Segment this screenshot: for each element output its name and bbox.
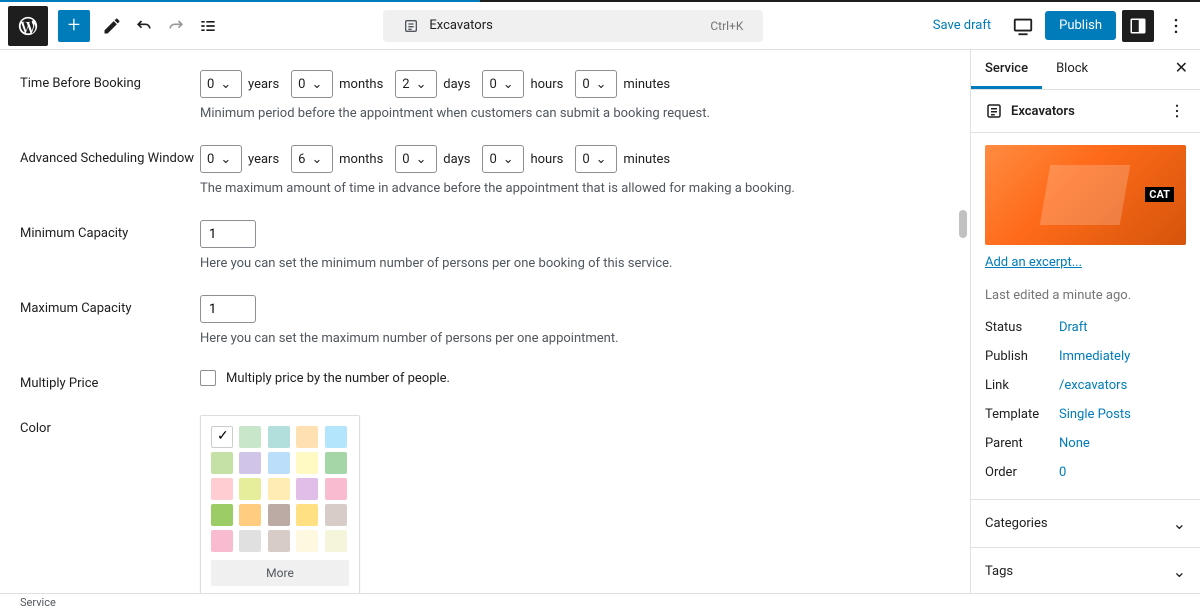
color-swatch[interactable] xyxy=(239,504,261,526)
close-sidebar-icon[interactable]: ✕ xyxy=(1163,50,1200,89)
min-cap-help: Here you can set the minimum number of p… xyxy=(200,256,950,271)
accordion-tags[interactable]: Tags⌄ xyxy=(971,548,1200,593)
wp-logo[interactable] xyxy=(8,6,48,46)
adv-days-select[interactable]: 0⌄ xyxy=(395,145,437,173)
save-draft-button[interactable]: Save draft xyxy=(923,12,1001,39)
adv-months-select[interactable]: 6⌄ xyxy=(291,145,333,173)
color-swatch[interactable] xyxy=(325,530,347,552)
meta-value[interactable]: None xyxy=(1059,436,1090,451)
sidebar-post-title: Excavators xyxy=(1011,104,1075,119)
color-swatch[interactable] xyxy=(296,478,318,500)
list-view-icon[interactable] xyxy=(192,10,224,42)
color-swatch[interactable] xyxy=(325,452,347,474)
wordpress-icon xyxy=(17,15,39,37)
chevron-down-icon: ⌄ xyxy=(1173,514,1186,533)
adv-years-select[interactable]: 0⌄ xyxy=(200,145,242,173)
edit-tool-icon[interactable] xyxy=(96,10,128,42)
settings-panel-toggle[interactable] xyxy=(1122,10,1154,42)
redo-icon[interactable] xyxy=(160,10,192,42)
service-icon xyxy=(403,18,419,34)
scrollbar[interactable] xyxy=(959,50,969,593)
meta-value[interactable]: Immediately xyxy=(1059,349,1130,364)
max-cap-help: Here you can set the maximum number of p… xyxy=(200,331,950,346)
color-swatch[interactable] xyxy=(211,426,233,448)
min-cap-input[interactable] xyxy=(200,220,256,248)
color-swatch[interactable] xyxy=(268,478,290,500)
adv-window-label: Advanced Scheduling Window xyxy=(20,145,200,196)
adv-hours-select[interactable]: 0⌄ xyxy=(482,145,524,173)
color-swatch[interactable] xyxy=(268,426,290,448)
color-swatch[interactable] xyxy=(325,426,347,448)
time-before-minutes-select[interactable]: 0⌄ xyxy=(575,70,617,98)
min-cap-label: Minimum Capacity xyxy=(20,220,200,271)
meta-value[interactable]: 0 xyxy=(1059,465,1066,480)
add-excerpt-link[interactable]: Add an excerpt... xyxy=(985,255,1082,270)
preview-icon[interactable] xyxy=(1007,10,1039,42)
color-swatch[interactable] xyxy=(211,478,233,500)
max-cap-label: Maximum Capacity xyxy=(20,295,200,346)
add-block-button[interactable]: + xyxy=(58,10,90,42)
shortcut-hint: Ctrl+K xyxy=(710,19,743,33)
color-swatch[interactable] xyxy=(325,504,347,526)
settings-sidebar: Service Block ✕ Excavators Add an excerp… xyxy=(970,50,1200,593)
color-swatch[interactable] xyxy=(296,452,318,474)
color-swatch[interactable] xyxy=(239,452,261,474)
meta-label: Link xyxy=(985,378,1059,393)
color-label: Color xyxy=(20,415,200,593)
meta-label: Order xyxy=(985,465,1059,480)
multiply-label: Multiply Price xyxy=(20,370,200,391)
meta-value[interactable]: Single Posts xyxy=(1059,407,1131,422)
accordion-categories[interactable]: Categories⌄ xyxy=(971,500,1200,548)
meta-value[interactable]: /excavators xyxy=(1059,378,1127,393)
color-swatch[interactable] xyxy=(296,504,318,526)
color-swatch[interactable] xyxy=(239,530,261,552)
max-cap-input[interactable] xyxy=(200,295,256,323)
meta-label: Publish xyxy=(985,349,1059,364)
time-before-hours-select[interactable]: 0⌄ xyxy=(482,70,524,98)
multiply-checkbox[interactable] xyxy=(200,370,216,386)
breadcrumb[interactable]: Service xyxy=(20,596,56,609)
color-swatch[interactable] xyxy=(268,452,290,474)
service-icon xyxy=(985,102,1003,120)
meta-value[interactable]: Draft xyxy=(1059,320,1088,335)
undo-icon[interactable] xyxy=(128,10,160,42)
publish-button[interactable]: Publish xyxy=(1045,11,1116,40)
meta-label: Status xyxy=(985,320,1059,335)
time-before-months-select[interactable]: 0⌄ xyxy=(291,70,333,98)
time-before-days-select[interactable]: 2⌄ xyxy=(395,70,437,98)
featured-image[interactable] xyxy=(985,145,1186,245)
post-actions-icon[interactable] xyxy=(1168,102,1186,120)
multiply-cb-label: Multiply price by the number of people. xyxy=(226,371,450,386)
editor-canvas: Time Before Booking 0⌄years 0⌄months 2⌄d… xyxy=(0,50,970,593)
color-swatch[interactable] xyxy=(211,504,233,526)
tab-service[interactable]: Service xyxy=(971,50,1042,89)
color-swatch[interactable] xyxy=(211,530,233,552)
color-swatch[interactable] xyxy=(239,478,261,500)
chevron-down-icon: ⌄ xyxy=(1173,562,1186,581)
color-swatch[interactable] xyxy=(211,452,233,474)
time-before-help: Minimum period before the appointment wh… xyxy=(200,106,950,121)
color-picker: More xyxy=(200,415,360,593)
meta-label: Parent xyxy=(985,436,1059,451)
document-title-bar[interactable]: Excavators Ctrl+K xyxy=(383,10,763,42)
adv-minutes-select[interactable]: 0⌄ xyxy=(575,145,617,173)
adv-window-help: The maximum amount of time in advance be… xyxy=(200,181,950,196)
tab-block[interactable]: Block xyxy=(1042,50,1102,89)
color-more-button[interactable]: More xyxy=(211,560,349,586)
color-swatch[interactable] xyxy=(239,426,261,448)
color-swatch[interactable] xyxy=(296,530,318,552)
editor-footer: Service xyxy=(0,593,1200,611)
time-before-years-select[interactable]: 0⌄ xyxy=(200,70,242,98)
options-menu-icon[interactable] xyxy=(1160,10,1192,42)
time-before-label: Time Before Booking xyxy=(20,70,200,121)
color-swatch[interactable] xyxy=(296,426,318,448)
color-swatch[interactable] xyxy=(268,530,290,552)
document-title: Excavators xyxy=(429,18,492,33)
meta-label: Template xyxy=(985,407,1059,422)
color-swatch[interactable] xyxy=(268,504,290,526)
last-edited-text: Last edited a minute ago. xyxy=(985,288,1186,303)
editor-toolbar: + Excavators Ctrl+K Save draft Publish xyxy=(0,2,1200,50)
color-swatch[interactable] xyxy=(325,478,347,500)
